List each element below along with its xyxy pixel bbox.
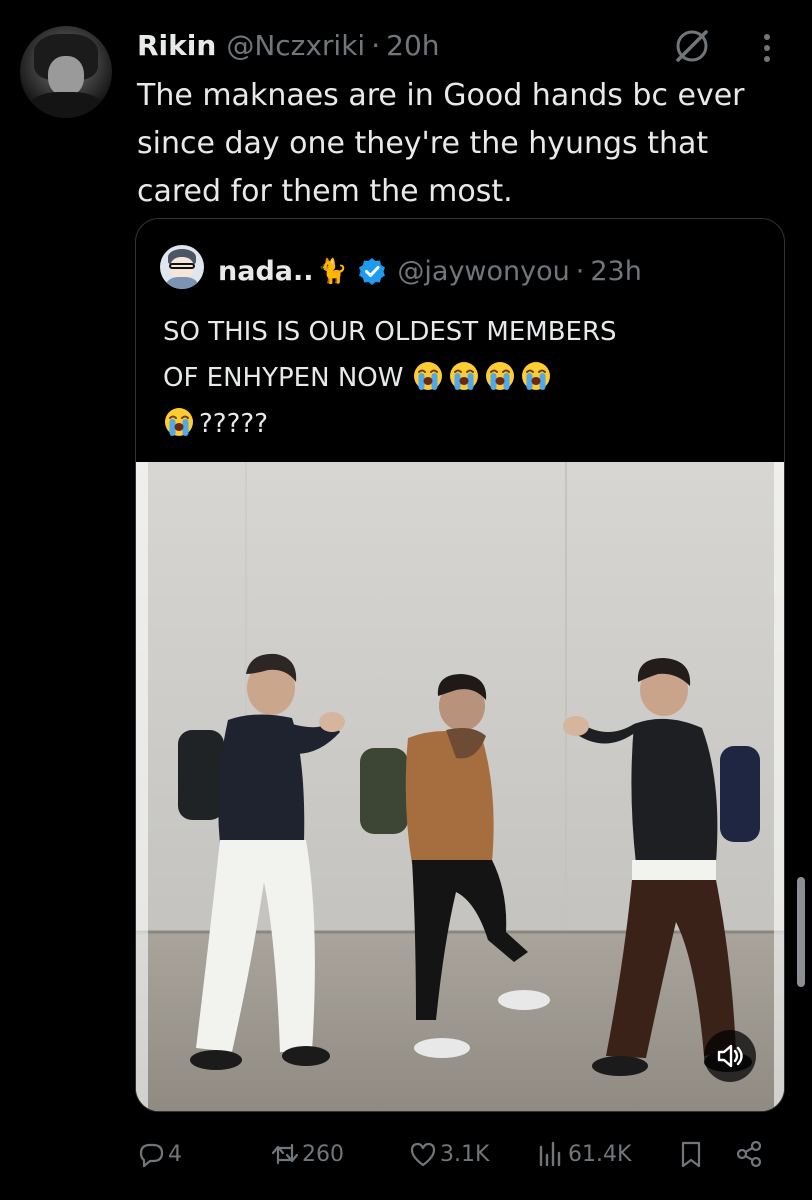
tweet-text: The maknaes are in Good hands bc ever si… (137, 78, 745, 209)
like-button[interactable]: 3.1K (408, 1132, 489, 1176)
verified-badge-icon (359, 258, 386, 285)
quoted-author-name[interactable]: nada.. (218, 256, 314, 287)
quoted-text-line2-wrap: OF ENHYPEN NOW (163, 355, 763, 401)
author-handle[interactable]: @Nczxriki (226, 29, 365, 62)
quoted-video[interactable] (136, 462, 784, 1111)
reply-icon (139, 1143, 164, 1168)
loudly-crying-face-icon (413, 362, 442, 390)
avatar-body (28, 92, 104, 118)
author-name[interactable]: Rikin (137, 29, 216, 62)
like-count: 3.1K (440, 1141, 490, 1167)
volume-button[interactable] (704, 1030, 756, 1082)
quoted-text: SO THIS IS OUR OLDEST MEMBERS OF ENHYPEN… (163, 309, 763, 447)
action-bar: 4 260 3.1K 61.4K (136, 1132, 796, 1176)
repost-button[interactable]: 260 (270, 1132, 344, 1176)
crying-emoji-row (412, 362, 556, 393)
more-vertical-icon[interactable] (752, 28, 782, 68)
quoted-tweet[interactable]: nada.. 🐈 @jaywonyou · 23h SO THIS IS OUR… (135, 218, 785, 1112)
separator-dot: · (371, 28, 381, 62)
q-avatar-glasses (169, 263, 195, 269)
heart-icon (410, 1142, 436, 1167)
volume-icon (717, 1044, 743, 1068)
quoted-text-line2: OF ENHYPEN NOW (163, 363, 404, 393)
reply-count: 4 (168, 1141, 182, 1167)
repost-count: 260 (302, 1141, 344, 1167)
bookmark-icon (681, 1141, 701, 1168)
views-button[interactable]: 61.4K (536, 1132, 631, 1176)
quoted-header: nada.. 🐈 @jaywonyou · 23h (218, 251, 642, 291)
crying-emoji-row (163, 408, 199, 439)
loudly-crying-face-icon (449, 362, 478, 390)
tweet-time[interactable]: 20h (386, 29, 439, 62)
loudly-crying-face-icon (165, 408, 193, 436)
quoted-time[interactable]: 23h (590, 256, 641, 287)
share-icon (736, 1140, 762, 1168)
repost-icon (271, 1143, 299, 1165)
scrollbar-thumb[interactable] (797, 877, 805, 987)
tweet-header: Rikin @Nczxriki · 20h (137, 26, 440, 64)
author-avatar[interactable] (20, 26, 112, 118)
views-icon (539, 1141, 561, 1167)
loudly-crying-face-icon (521, 362, 550, 390)
avatar-face (48, 56, 84, 96)
loudly-crying-face-icon (485, 362, 514, 390)
quoted-author-handle[interactable]: @jaywonyou (397, 256, 569, 287)
quoted-separator-dot: · (575, 255, 585, 287)
reply-button[interactable]: 4 (136, 1132, 182, 1176)
quoted-text-line1: SO THIS IS OUR OLDEST MEMBERS (163, 317, 617, 347)
quoted-text-line3: ????? (199, 409, 268, 439)
share-button[interactable] (734, 1132, 766, 1176)
grok-icon[interactable] (672, 26, 712, 66)
bookmark-button[interactable] (676, 1132, 708, 1176)
cat-emoji: 🐈 (317, 257, 348, 285)
quoted-text-line3-wrap: ????? (163, 401, 763, 447)
q-avatar-body (166, 277, 198, 289)
quoted-author-avatar[interactable] (160, 245, 204, 289)
views-count: 61.4K (568, 1141, 632, 1167)
video-frame (136, 462, 784, 1111)
